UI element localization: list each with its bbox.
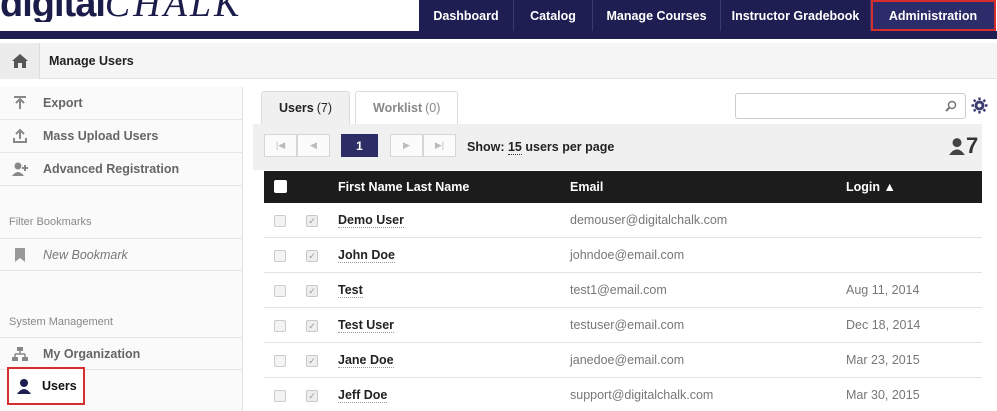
- row-checkbox[interactable]: [274, 320, 286, 332]
- select-all-checkbox[interactable]: [274, 180, 287, 193]
- user-email: support@digitalchalk.com: [570, 388, 714, 402]
- user-tabs: Users (7) Worklist (0): [261, 91, 463, 124]
- column-name[interactable]: First Name Last Name: [338, 180, 469, 194]
- user-name-link[interactable]: Jeff Doe: [338, 388, 388, 403]
- tab-worklist[interactable]: Worklist (0): [355, 91, 459, 124]
- sidebar: Export Mass Upload Users Advanced Regist…: [0, 87, 243, 411]
- row-checkbox[interactable]: [274, 285, 286, 297]
- row-status-check: ✓: [306, 215, 318, 227]
- nav-tab-manage-courses[interactable]: Manage Courses: [593, 0, 721, 31]
- search-box: [735, 93, 966, 119]
- row-checkbox[interactable]: [274, 355, 286, 367]
- row-status-check: ✓: [306, 390, 318, 402]
- user-login: Aug 11, 2014: [846, 283, 920, 297]
- upload-icon: [0, 128, 40, 144]
- home-button[interactable]: [0, 42, 40, 79]
- table-row[interactable]: ✓ Test test1@email.com Aug 11, 2014: [264, 273, 982, 308]
- total-users-count: 7: [948, 133, 978, 159]
- digitalchalk-logo[interactable]: digitalCHALK: [0, 0, 242, 22]
- nav-tab-instructor-gradebook[interactable]: Instructor Gradebook: [721, 0, 871, 31]
- sidebar-item-advanced-registration[interactable]: Advanced Registration: [0, 153, 243, 186]
- user-login: Mar 30, 2015: [846, 388, 920, 402]
- first-page-icon: |◀: [275, 140, 286, 150]
- current-page-button[interactable]: 1: [341, 134, 378, 157]
- row-checkbox[interactable]: [274, 250, 286, 262]
- sidebar-item-new-bookmark[interactable]: New Bookmark: [0, 238, 243, 271]
- next-page-button[interactable]: ▶: [390, 134, 423, 157]
- prev-page-button[interactable]: ◀: [297, 134, 330, 157]
- last-page-button[interactable]: ▶|: [423, 134, 456, 157]
- table-row[interactable]: ✓ Jeff Doe support@digitalchalk.com Mar …: [264, 378, 982, 411]
- column-email[interactable]: Email: [570, 180, 603, 194]
- tab-users[interactable]: Users (7): [261, 91, 351, 124]
- row-checkbox[interactable]: [274, 390, 286, 402]
- bookmark-icon: [0, 247, 40, 263]
- nav-tab-dashboard[interactable]: Dashboard: [419, 0, 514, 31]
- next-page-icon: ▶: [403, 140, 410, 150]
- user-email: demouser@digitalchalk.com: [570, 213, 728, 227]
- user-name-link[interactable]: Test User: [338, 318, 395, 333]
- row-checkbox[interactable]: [274, 215, 286, 227]
- sidebar-item-users[interactable]: Users: [7, 367, 85, 405]
- user-name-link[interactable]: Demo User: [338, 213, 404, 228]
- row-status-check: ✓: [306, 355, 318, 367]
- last-page-icon: ▶|: [434, 140, 445, 150]
- search-icon[interactable]: [945, 100, 957, 115]
- nav-tab-catalog[interactable]: Catalog: [514, 0, 593, 31]
- user-icon: [9, 378, 39, 394]
- table-row[interactable]: ✓ Jane Doe janedoe@email.com Mar 23, 201…: [264, 343, 982, 378]
- table-header: First Name Last Name Email Login ▲: [264, 171, 982, 203]
- user-email: janedoe@email.com: [570, 353, 685, 367]
- user-email: testuser@email.com: [570, 318, 685, 332]
- user-login: Dec 18, 2014: [846, 318, 921, 332]
- sidebar-item-mass-upload[interactable]: Mass Upload Users: [0, 120, 243, 153]
- sidebar-item-export[interactable]: Export: [0, 87, 243, 120]
- page-title: Manage Users: [49, 53, 134, 68]
- nav-tab-administration[interactable]: Administration: [871, 0, 996, 31]
- gear-icon[interactable]: [971, 97, 988, 117]
- user-name-link[interactable]: Jane Doe: [338, 353, 394, 368]
- user-email: johndoe@email.com: [570, 248, 685, 262]
- filter-bookmarks-heading: Filter Bookmarks: [9, 216, 92, 228]
- main-nav: Dashboard Catalog Manage Courses Instruc…: [419, 0, 996, 31]
- search-input[interactable]: [736, 94, 941, 118]
- table-row[interactable]: ✓ John Doe johndoe@email.com: [264, 238, 982, 273]
- prev-page-icon: ◀: [310, 140, 317, 150]
- breadcrumb: Manage Users: [0, 42, 997, 79]
- table-row[interactable]: ✓ Demo User demouser@digitalchalk.com: [264, 203, 982, 238]
- user-name-link[interactable]: John Doe: [338, 248, 395, 263]
- sidebar-item-my-organization[interactable]: My Organization: [0, 337, 243, 370]
- row-status-check: ✓: [306, 320, 318, 332]
- column-login[interactable]: Login ▲: [846, 180, 896, 194]
- export-icon: [0, 95, 40, 111]
- user-name-link[interactable]: Test: [338, 283, 363, 298]
- user-email: test1@email.com: [570, 283, 667, 297]
- organization-icon: [0, 346, 40, 362]
- app-header: digitalCHALK Dashboard Catalog Manage Co…: [0, 0, 997, 39]
- home-icon: [11, 53, 28, 68]
- first-page-button[interactable]: |◀: [264, 134, 297, 157]
- user-login: Mar 23, 2015: [846, 353, 920, 367]
- row-status-check: ✓: [306, 285, 318, 297]
- header-bar: [0, 31, 997, 39]
- pagination-toolbar: |◀ ◀ 1 ▶ ▶| Show: 15 users per page: [253, 124, 982, 170]
- user-plus-icon: [0, 161, 40, 177]
- user-count-icon: [949, 138, 965, 155]
- system-management-heading: System Management: [9, 316, 113, 328]
- per-page-selector[interactable]: Show: 15 users per page: [467, 140, 614, 155]
- row-status-check: ✓: [306, 250, 318, 262]
- table-row[interactable]: ✓ Test User testuser@email.com Dec 18, 2…: [264, 308, 982, 343]
